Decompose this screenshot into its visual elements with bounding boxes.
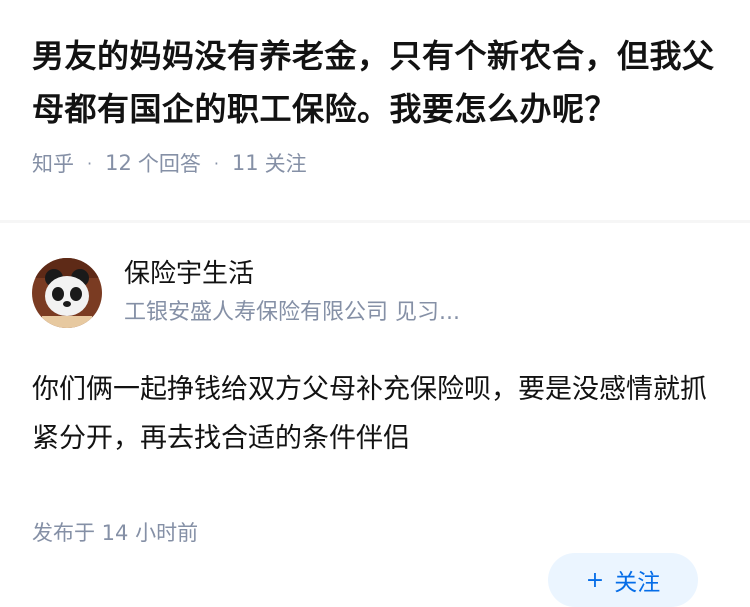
source-label[interactable]: 知乎 bbox=[32, 148, 74, 178]
answer-content[interactable]: 你们俩一起挣钱给双方父母补充保险呗，要是没感情就抓紧分开，再去找合适的条件伴侣 bbox=[32, 365, 718, 463]
meta-separator: · bbox=[87, 153, 93, 173]
follow-count: 11 bbox=[231, 151, 259, 175]
author-description: 工银安盛人寿保险有限公司 见习... bbox=[124, 300, 460, 325]
question-meta: 知乎 · 12 个回答 · 11 关注 bbox=[32, 148, 718, 178]
answers-count: 12 bbox=[105, 151, 132, 175]
author-row: 保险宇生活 工银安盛人寿保险有限公司 见习... bbox=[32, 257, 718, 329]
follow-button-label: 关注 bbox=[614, 570, 661, 596]
question-title[interactable]: 男友的妈妈没有养老金，只有个新农合，但我父母都有国企的职工保险。我要怎么办呢？ bbox=[32, 30, 718, 136]
question-header: 男友的妈妈没有养老金，只有个新农合，但我父母都有国企的职工保险。我要怎么办呢？ … bbox=[0, 0, 750, 220]
section-divider bbox=[0, 220, 750, 223]
meta-separator: · bbox=[213, 153, 219, 173]
author-name[interactable]: 保险宇生活 bbox=[124, 257, 718, 291]
followers-label[interactable]: 关注 bbox=[265, 148, 307, 178]
plus-icon: + bbox=[585, 567, 605, 593]
author-info: 保险宇生活 工银安盛人寿保险有限公司 见习... bbox=[124, 257, 718, 329]
publish-time: 发布于 14 小时前 bbox=[32, 521, 199, 545]
follow-button[interactable]: + 关注 bbox=[548, 553, 698, 607]
panda-avatar-icon bbox=[32, 258, 102, 328]
answers-label[interactable]: 个回答 bbox=[138, 148, 201, 178]
answer-card: 保险宇生活 工银安盛人寿保险有限公司 见习... + 关注 你们俩一起挣钱给双方… bbox=[0, 257, 750, 607]
avatar[interactable] bbox=[32, 258, 102, 328]
